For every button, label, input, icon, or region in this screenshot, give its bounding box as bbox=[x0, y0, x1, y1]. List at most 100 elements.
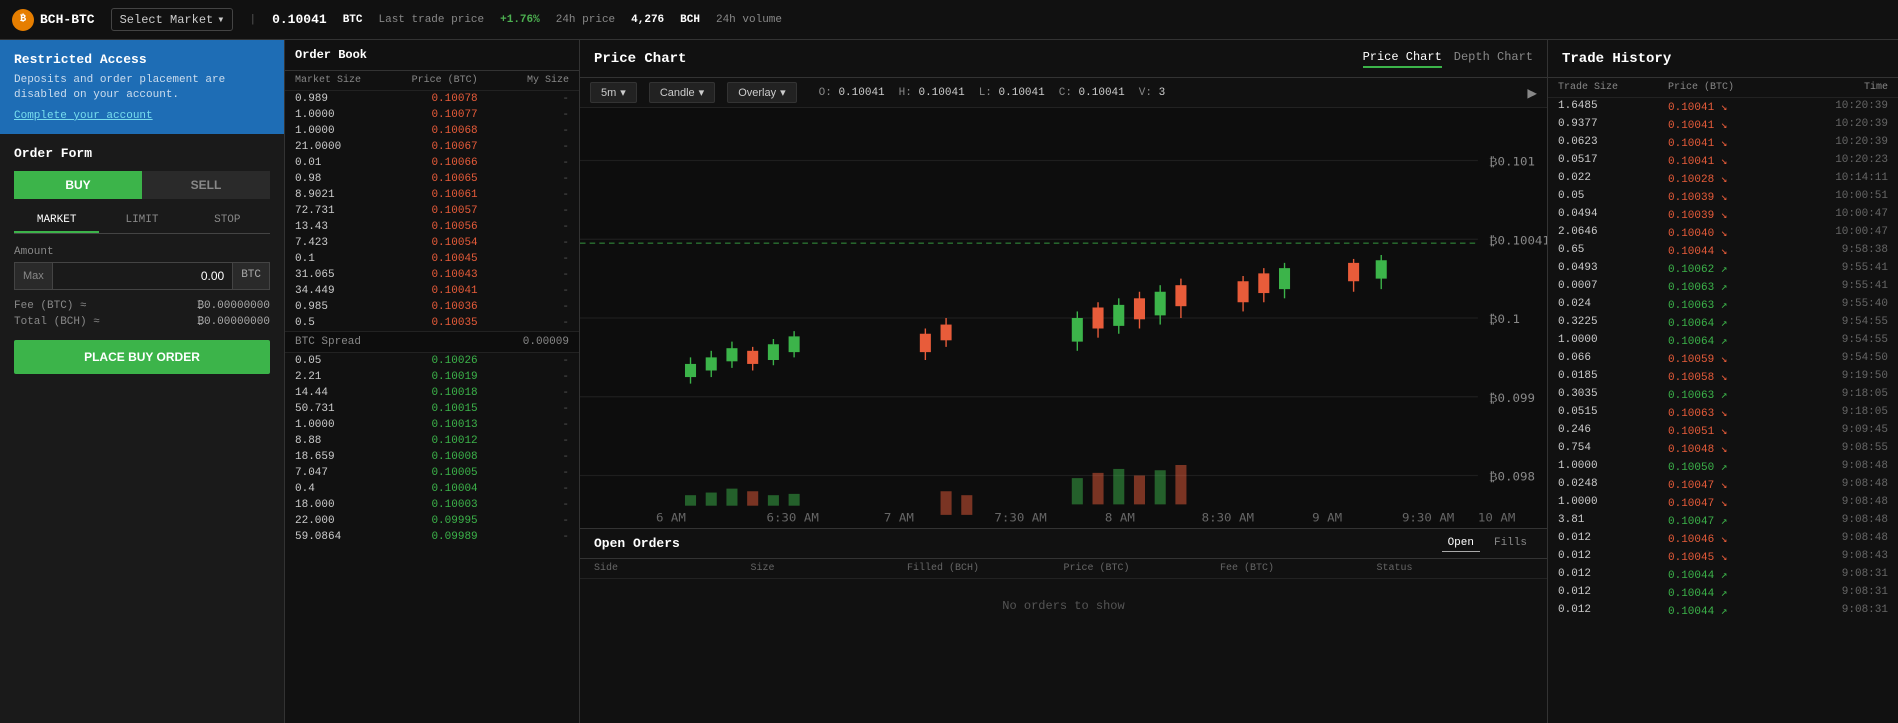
open-tab[interactable]: Open bbox=[1442, 535, 1480, 552]
fee-row: Fee (BTC) ≈ ₿0.00000000 bbox=[14, 298, 270, 314]
stop-tab[interactable]: STOP bbox=[185, 209, 270, 233]
ob-buy-row[interactable]: 18.0000.10003- bbox=[285, 497, 579, 513]
trade-history-row: 3.81 0.10047 ↗ 9:08:48 bbox=[1548, 512, 1898, 530]
ob-buy-row[interactable]: 7.0470.10005- bbox=[285, 465, 579, 481]
restricted-title: Restricted Access bbox=[14, 52, 270, 67]
order-type-tabs: MARKET LIMIT STOP bbox=[14, 209, 270, 234]
trade-history-row: 1.0000 0.10050 ↗ 9:08:48 bbox=[1548, 458, 1898, 476]
svg-text:₿0.1: ₿0.1 bbox=[1489, 313, 1520, 327]
ob-sell-row[interactable]: 0.50.10035- bbox=[285, 315, 579, 331]
ob-sell-row[interactable]: 21.00000.10067- bbox=[285, 139, 579, 155]
trade-history-row: 0.024 0.10063 ↗ 9:55:40 bbox=[1548, 296, 1898, 314]
trading-pair: BCH-BTC bbox=[40, 12, 95, 27]
chevron-down-icon: ▾ bbox=[620, 86, 626, 99]
trade-history-col-headers: Trade Size Price (BTC) Time bbox=[1548, 78, 1898, 98]
chart-ohlcv: O: 0.10041 H: 0.10041 L: 0.10041 C: 0.10… bbox=[819, 87, 1166, 99]
ob-buy-row[interactable]: 8.880.10012- bbox=[285, 433, 579, 449]
chart-type-button[interactable]: Candle ▾ bbox=[649, 82, 715, 103]
trade-history-row: 0.3225 0.10064 ↗ 9:54:55 bbox=[1548, 314, 1898, 332]
ob-buy-row[interactable]: 14.440.10018- bbox=[285, 385, 579, 401]
ob-buy-row[interactable]: 0.050.10026- bbox=[285, 353, 579, 369]
trade-history-list: 1.6485 0.10041 ↘ 10:20:39 0.9377 0.10041… bbox=[1548, 98, 1898, 620]
svg-text:9:30 AM: 9:30 AM bbox=[1402, 511, 1454, 525]
price-chart-tab[interactable]: Price Chart bbox=[1363, 50, 1442, 68]
trade-history-row: 0.012 0.10045 ↘ 9:08:43 bbox=[1548, 548, 1898, 566]
ob-buy-row[interactable]: 50.7310.10015- bbox=[285, 401, 579, 417]
trade-history-row: 2.0646 0.10040 ↘ 10:00:47 bbox=[1548, 224, 1898, 242]
ob-buy-row[interactable]: 0.40.10004- bbox=[285, 481, 579, 497]
buy-orders-list: 0.050.10026- 2.210.10019- 14.440.10018- … bbox=[285, 353, 579, 545]
depth-chart-tab[interactable]: Depth Chart bbox=[1454, 50, 1533, 68]
ob-sell-row[interactable]: 8.90210.10061- bbox=[285, 187, 579, 203]
ob-sell-row[interactable]: 0.10.10045- bbox=[285, 251, 579, 267]
amount-field[interactable] bbox=[53, 263, 232, 289]
ob-sell-row[interactable]: 0.980.10065- bbox=[285, 171, 579, 187]
trade-history-row: 0.0007 0.10063 ↗ 9:55:41 bbox=[1548, 278, 1898, 296]
ob-sell-row[interactable]: 7.4230.10054- bbox=[285, 235, 579, 251]
no-orders-message: No orders to show bbox=[580, 579, 1547, 633]
buy-tab[interactable]: BUY bbox=[14, 171, 142, 199]
trade-history-row: 0.0493 0.10062 ↗ 9:55:41 bbox=[1548, 260, 1898, 278]
ob-buy-row[interactable]: 18.6590.10008- bbox=[285, 449, 579, 465]
trade-history-row: 0.0517 0.10041 ↘ 10:20:23 bbox=[1548, 152, 1898, 170]
max-button[interactable]: Max bbox=[15, 263, 53, 289]
svg-text:8 AM: 8 AM bbox=[1105, 511, 1135, 525]
price-change-24h: +1.76% bbox=[500, 14, 540, 26]
timeframe-button[interactable]: 5m ▾ bbox=[590, 82, 637, 103]
svg-text:6:30 AM: 6:30 AM bbox=[766, 511, 818, 525]
complete-account-link[interactable]: Complete your account bbox=[14, 110, 153, 122]
chart-nav-arrow[interactable]: ▶ bbox=[1527, 83, 1537, 103]
market-tab[interactable]: MARKET bbox=[14, 209, 99, 233]
svg-text:7 AM: 7 AM bbox=[884, 511, 914, 525]
ob-sell-row[interactable]: 13.430.10056- bbox=[285, 219, 579, 235]
ob-buy-row[interactable]: 2.210.10019- bbox=[285, 369, 579, 385]
select-market-button[interactable]: Select Market ▾ bbox=[111, 8, 234, 31]
ob-sell-row[interactable]: 0.9850.10036- bbox=[285, 299, 579, 315]
svg-text:6 AM: 6 AM bbox=[656, 511, 686, 525]
overlay-button[interactable]: Overlay ▾ bbox=[727, 82, 796, 103]
logo: ₿ BCH-BTC bbox=[12, 9, 95, 31]
ob-sell-row[interactable]: 34.4490.10041- bbox=[285, 283, 579, 299]
trade-history-row: 0.0185 0.10058 ↘ 9:19:50 bbox=[1548, 368, 1898, 386]
last-trade-price: 0.10041 bbox=[272, 12, 327, 27]
trade-history-row: 0.3035 0.10063 ↗ 9:18:05 bbox=[1548, 386, 1898, 404]
sidebar: Restricted Access Deposits and order pla… bbox=[0, 40, 285, 723]
trade-history-row: 0.022 0.10028 ↘ 10:14:11 bbox=[1548, 170, 1898, 188]
chart-canvas[interactable]: ₿0.101 ₿0.10041 ₿0.1 ₿0.099 ₿0.098 bbox=[580, 108, 1547, 528]
buy-sell-tabs: BUY SELL bbox=[14, 171, 270, 199]
ob-sell-row[interactable]: 0.010.10066- bbox=[285, 155, 579, 171]
svg-text:7:30 AM: 7:30 AM bbox=[994, 511, 1046, 525]
sell-orders-list: 0.9890.10078- 1.00000.10077- 1.00000.100… bbox=[285, 91, 579, 331]
ob-sell-row[interactable]: 0.9890.10078- bbox=[285, 91, 579, 107]
trade-history-row: 0.05 0.10039 ↘ 10:00:51 bbox=[1548, 188, 1898, 206]
order-form: Order Form BUY SELL MARKET LIMIT STOP Am… bbox=[0, 134, 284, 723]
total-row: Total (BCH) ≈ ₿0.00000000 bbox=[14, 314, 270, 330]
place-order-button[interactable]: PLACE BUY ORDER bbox=[14, 340, 270, 374]
ob-buy-row[interactable]: 1.00000.10013- bbox=[285, 417, 579, 433]
trade-history-row: 0.012 0.10044 ↗ 9:08:31 bbox=[1548, 602, 1898, 620]
chart-tabs-header: Price Chart Price Chart Depth Chart bbox=[580, 40, 1547, 78]
ob-buy-row[interactable]: 59.08640.09989- bbox=[285, 529, 579, 545]
ob-sell-row[interactable]: 1.00000.10077- bbox=[285, 107, 579, 123]
amount-input-group: Max BTC bbox=[14, 262, 270, 290]
limit-tab[interactable]: LIMIT bbox=[99, 209, 184, 233]
chevron-down-icon: ▾ bbox=[780, 86, 786, 99]
fills-tab[interactable]: Fills bbox=[1488, 535, 1533, 552]
ob-sell-row[interactable]: 31.0650.10043- bbox=[285, 267, 579, 283]
ob-buy-row[interactable]: 22.0000.09995- bbox=[285, 513, 579, 529]
trade-history-row: 0.0623 0.10041 ↘ 10:20:39 bbox=[1548, 134, 1898, 152]
logo-icon: ₿ bbox=[12, 9, 34, 31]
trade-history-row: 1.0000 0.10047 ↘ 9:08:48 bbox=[1548, 494, 1898, 512]
trade-history-row: 1.6485 0.10041 ↘ 10:20:39 bbox=[1548, 98, 1898, 116]
sell-tab[interactable]: SELL bbox=[142, 171, 270, 199]
amount-label: Amount bbox=[14, 246, 270, 258]
trade-history-row: 0.754 0.10048 ↘ 9:08:55 bbox=[1548, 440, 1898, 458]
svg-text:₿0.10041: ₿0.10041 bbox=[1489, 234, 1547, 248]
ob-sell-row[interactable]: 72.7310.10057- bbox=[285, 203, 579, 219]
open-orders-panel: Open Orders Open Fills Side Size Filled … bbox=[580, 528, 1547, 723]
ob-sell-row[interactable]: 1.00000.10068- bbox=[285, 123, 579, 139]
chart-tab-links: Price Chart Depth Chart bbox=[1363, 50, 1533, 68]
volume-24h: 4,276 bbox=[631, 14, 664, 26]
trade-history-row: 0.65 0.10044 ↘ 9:58:38 bbox=[1548, 242, 1898, 260]
spread-row: BTC Spread 0.00009 bbox=[285, 331, 579, 353]
